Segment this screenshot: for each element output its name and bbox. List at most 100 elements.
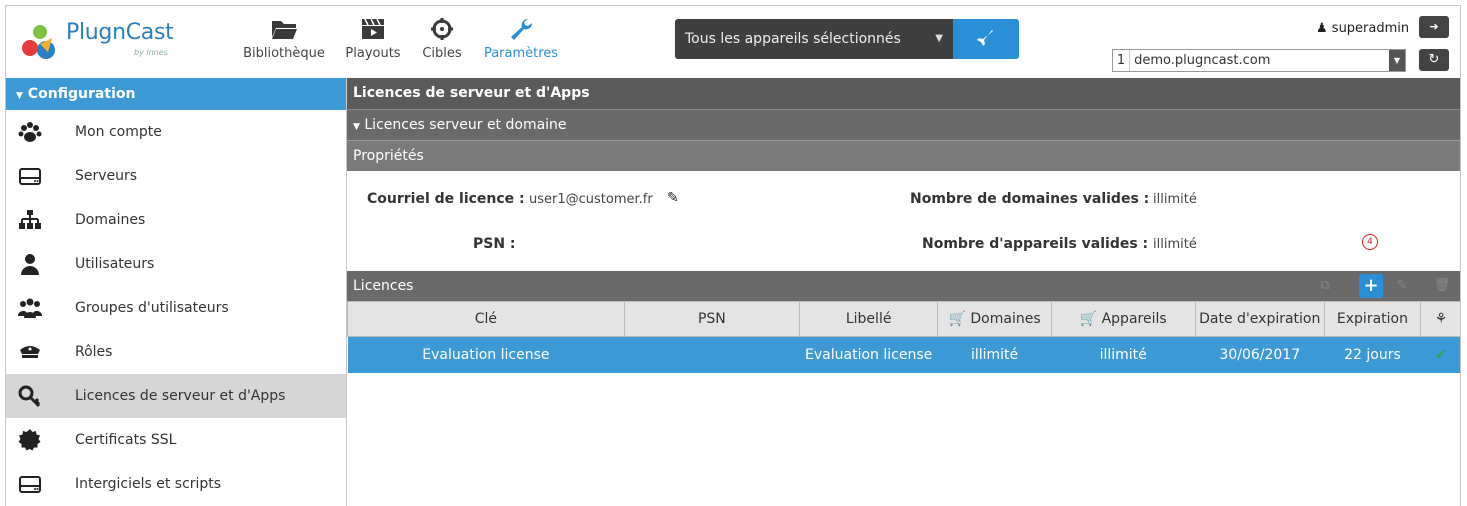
logo-mark-icon [22,25,55,59]
section-header[interactable]: ▼ Licences serveur et domaine [347,109,1460,140]
nav-cibles[interactable]: Cibles [416,16,468,61]
column-header-label: Domaines [970,311,1041,327]
sidebar-item-domaines[interactable]: Domaines [6,198,346,242]
sidebar-item-licences[interactable]: Licences de serveur et d'Apps [6,374,346,418]
device-select[interactable]: Tous les appareils sélectionnés ▼ [675,19,953,59]
sidebar: ▼ Configuration Mon compte Serveurs Doma… [6,78,347,506]
table-row[interactable]: Evaluation license Evaluation license il… [347,336,1460,373]
launch-button[interactable] [953,19,1019,59]
user-info: ♟ superadmin [1316,21,1409,36]
column-header-devices[interactable]: 🛒 Appareils [1050,301,1196,337]
app-window: PlugnCast by innes Bibliothèque Playouts [5,5,1461,506]
clapperboard-icon [362,18,384,39]
refresh-button[interactable]: ↻ [1419,49,1449,71]
target-icon [431,18,453,40]
server-value: demo.plugncast.com [1134,53,1271,68]
cart-icon: 🛒 [1079,311,1098,327]
valid-domains-label: Nombre de domaines valides : [910,191,1150,207]
logout-button[interactable]: ➜ [1419,16,1449,38]
column-header-expiration[interactable]: Expiration [1323,301,1421,337]
server-select[interactable]: 1 demo.plugncast.com ▼ [1112,49,1406,72]
column-header-status[interactable]: ⚘ [1419,301,1460,337]
licences-table: Clé PSN Libellé 🛒 Domaines 🛒 Appareils D… [347,301,1460,373]
nav-label: Bibliothèque [243,46,325,61]
add-licence-button[interactable]: + [1359,274,1383,298]
nav-label: Playouts [345,46,401,61]
cell-label: Evaluation license [799,336,938,373]
sidebar-item-certificats[interactable]: Certificats SSL [6,418,346,462]
column-header-key[interactable]: Clé [347,301,625,337]
key-icon [18,385,41,408]
server-drive-icon [19,168,41,185]
column-header-expiry-date[interactable]: Date d'expiration [1194,301,1325,337]
nav-parametres[interactable]: Paramètres [480,16,562,61]
sidebar-section-header[interactable]: ▼ Configuration [6,78,346,110]
column-header-psn[interactable]: PSN [623,301,800,337]
sidebar-item-label: Mon compte [75,124,162,140]
folder-icon [272,21,297,39]
police-cap-icon [20,346,40,358]
delete-licence-button[interactable]: 🗑 [1430,274,1454,298]
sidebar-item-groupes[interactable]: Groupes d'utilisateurs [6,286,346,330]
sitemap-icon [19,210,41,229]
cell-status: ✔ [1420,336,1460,373]
cell-expiration: 22 jours [1324,336,1421,373]
licences-title: Licences [353,278,414,294]
brand-sub: by innes [134,48,168,57]
brand-name: PlugnCast [66,20,174,45]
sidebar-item-label: Utilisateurs [75,256,155,272]
sidebar-item-serveurs[interactable]: Serveurs [6,154,346,198]
paw-icon [18,122,42,142]
cell-key: Evaluation license [347,336,625,373]
column-header-label[interactable]: Libellé [798,301,939,337]
sidebar-item-label: Certificats SSL [75,432,177,448]
plugncast-logo[interactable]: PlugnCast by innes [18,16,188,66]
sidebar-item-label: Groupes d'utilisateurs [75,300,229,316]
import-icon[interactable]: ⧉ [1313,274,1337,298]
drive-icon [19,476,41,493]
caret-down-icon: ▼ [353,122,360,132]
page-title: Licences de serveur et d'Apps [347,78,1460,109]
annotation-badge: 4 [1362,234,1378,250]
username: superadmin [1331,21,1410,36]
logout-icon: ➜ [1429,20,1439,33]
column-header-domains[interactable]: 🛒 Domaines [937,301,1052,337]
certificate-icon [18,429,41,451]
cell-expiry-date: 30/06/2017 [1195,336,1325,373]
caret-down-icon: ▼ [16,91,23,101]
sidebar-item-utilisateurs[interactable]: Utilisateurs [6,242,346,286]
valid-devices-label: Nombre d'appareils valides : [922,236,1149,252]
nav-playouts[interactable]: Playouts [342,16,404,61]
refresh-icon: ↻ [1428,52,1440,67]
sidebar-item-roles[interactable]: Rôles [6,330,346,374]
cell-domains: illimité [937,336,1052,373]
cell-psn [624,336,800,373]
top-header: PlugnCast by innes Bibliothèque Playouts [6,6,1460,78]
sidebar-item-label: Licences de serveur et d'Apps [75,388,286,404]
psn-label: PSN : [473,236,516,252]
pencil-icon[interactable]: ✎ [667,190,679,206]
sidebar-section-label: Configuration [27,86,136,102]
nav-label: Paramètres [483,46,559,61]
rocket-icon [977,30,993,46]
chevron-down-icon: ▼ [935,33,943,44]
chevron-down-icon: ▼ [1389,50,1405,71]
sidebar-item-label: Intergiciels et scripts [75,476,222,492]
license-email-label: Courriel de licence : [367,191,525,207]
server-index: 1 [1113,50,1130,71]
sidebar-item-label: Rôles [75,344,113,360]
properties-panel: Courriel de licence : user1@customer.fr … [347,171,1460,271]
sidebar-item-intergiciels[interactable]: Intergiciels et scripts [6,462,346,506]
wrench-icon [511,18,533,40]
check-icon: ✔ [1435,347,1447,363]
user-icon [21,254,39,275]
sidebar-item-label: Domaines [75,212,146,228]
nav-bibliotheque[interactable]: Bibliothèque [242,16,326,61]
licences-toolbar: Licences ⧉ + ✎ 🗑 [347,271,1460,301]
users-group-icon [18,298,42,318]
user-icon: ♟ [1316,21,1328,36]
sidebar-item-mon-compte[interactable]: Mon compte [6,110,346,154]
sidebar-item-label: Serveurs [75,168,138,184]
edit-licence-button[interactable]: ✎ [1390,274,1414,298]
column-header-label: Appareils [1101,311,1167,327]
